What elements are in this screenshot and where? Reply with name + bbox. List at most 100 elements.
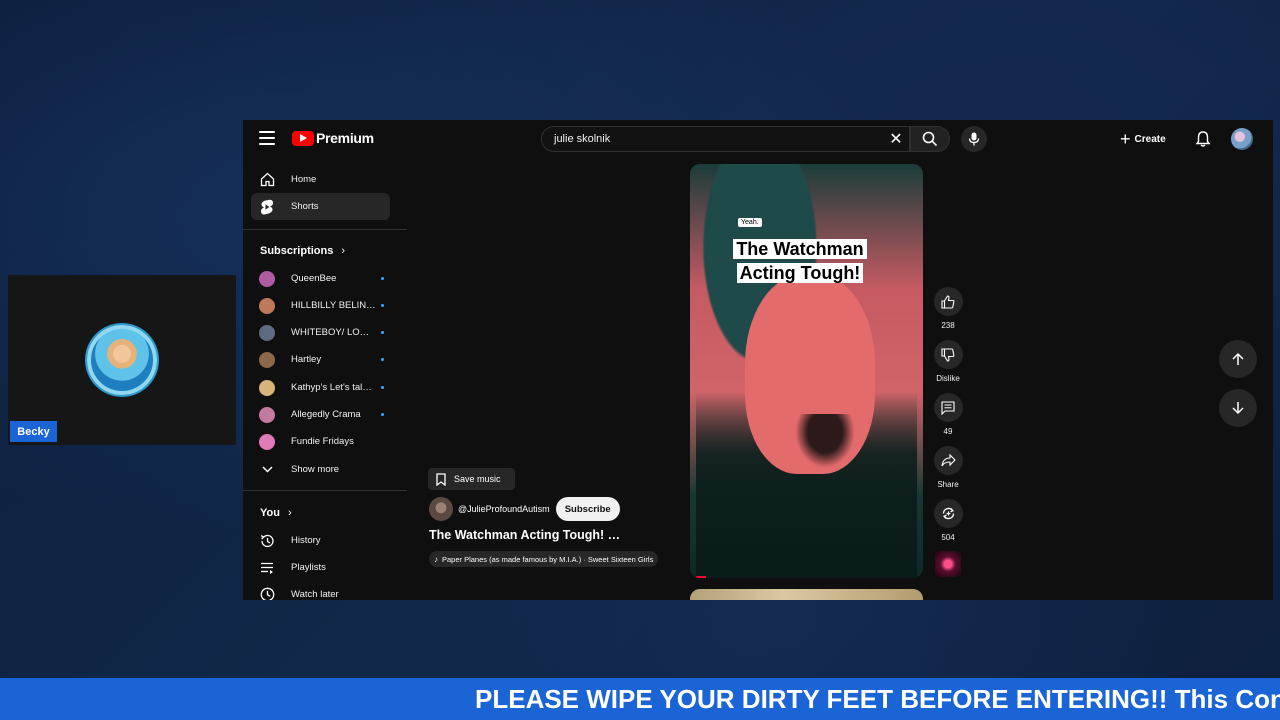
dislike-button[interactable]: [933, 340, 963, 369]
shorts-icon: [259, 199, 275, 215]
sidebar-item-label: Shorts: [291, 201, 319, 212]
remix-button[interactable]: [933, 499, 963, 528]
share-action: Share: [932, 446, 964, 489]
new-content-dot: [381, 277, 384, 280]
channel-name: Hartley: [291, 354, 322, 365]
channel-name: Allegedly Crama: [291, 409, 361, 420]
remix-icon: [942, 507, 954, 520]
channel-avatar: [259, 351, 275, 368]
music-title: Paper Planes (as made famous by M.I.A.) …: [442, 554, 654, 564]
sound-thumbnail[interactable]: [935, 551, 961, 577]
short-title[interactable]: The Watchman Acting Tough! …: [429, 528, 620, 542]
sidebar-item-label: History: [291, 535, 321, 546]
youtube-logo[interactable]: Premium: [292, 130, 374, 146]
chevron-right-icon: ›: [341, 245, 346, 257]
ticker-text: PLEASE WIPE YOUR DIRTY FEET BEFORE ENTER…: [475, 684, 1280, 714]
channel-name: HILLBILLY BELIN…: [291, 300, 376, 311]
short-video-player[interactable]: Yeah. The Watchman Acting Tough!: [690, 164, 923, 578]
arrow-up-icon: [1232, 352, 1244, 365]
youtube-window: Premium julie skolnik ✕ + Create Home Sh…: [243, 120, 1273, 600]
new-content-dot: [381, 331, 384, 334]
remix-count: 504: [941, 533, 955, 542]
voice-search-button[interactable]: [961, 126, 987, 152]
menu-icon[interactable]: [259, 131, 275, 145]
subscriptions-title: Subscriptions: [260, 245, 334, 257]
home-icon: [259, 172, 275, 188]
comment-action: 49: [932, 393, 964, 436]
like-button[interactable]: [933, 287, 963, 316]
video-caption-title: The Watchman Acting Tough!: [730, 237, 870, 285]
channel-avatar: [259, 433, 275, 450]
search-box[interactable]: julie skolnik ✕: [541, 126, 910, 152]
top-bar: Premium julie skolnik ✕ + Create: [243, 120, 1273, 158]
youtube-play-icon: [292, 130, 314, 146]
new-content-dot: [381, 386, 384, 389]
channel-name: WHITEBOY/ LO…: [291, 327, 370, 338]
music-chip[interactable]: ♪ Paper Planes (as made famous by M.I.A.…: [429, 551, 659, 567]
comment-count: 49: [943, 427, 953, 436]
watch-later-icon: [259, 587, 275, 600]
subscription-item[interactable]: Kathyp's Let's tal…: [251, 375, 390, 400]
notifications-bell-icon[interactable]: [1194, 130, 1212, 148]
share-button[interactable]: [933, 446, 963, 475]
channel-row: @JulieProfoundAutism Subscribe: [429, 497, 620, 521]
streamer-avatar: [87, 325, 157, 395]
next-short-button[interactable]: [1219, 389, 1257, 427]
show-more-label: Show more: [291, 464, 340, 475]
dislike-action: Dislike: [932, 340, 964, 383]
subscription-item[interactable]: Fundie Fridays: [251, 429, 390, 454]
create-button[interactable]: + Create: [1120, 127, 1166, 151]
history-icon: [259, 533, 275, 549]
channel-avatar[interactable]: [429, 497, 453, 521]
sidebar-item-playlists[interactable]: Playlists: [251, 554, 390, 581]
sidebar-divider: [243, 229, 407, 230]
music-note-icon: ♪: [434, 554, 438, 564]
previous-short-button[interactable]: [1219, 340, 1257, 378]
sidebar-item-history[interactable]: History: [251, 527, 390, 554]
show-more-button[interactable]: Show more: [251, 457, 390, 482]
subscription-item[interactable]: HILLBILLY BELIN…: [251, 293, 390, 318]
sidebar-item-shorts[interactable]: Shorts: [251, 193, 390, 220]
thumbs-up-icon: [941, 294, 955, 309]
sidebar-item-label: Playlists: [291, 562, 326, 573]
remix-action: 504: [932, 499, 964, 542]
video-caption-title-text: The Watchman Acting Tough!: [733, 239, 867, 283]
account-avatar[interactable]: [1231, 128, 1253, 150]
channel-name: QueenBee: [291, 273, 337, 284]
stream-ticker: PLEASE WIPE YOUR DIRTY FEET BEFORE ENTER…: [0, 678, 1280, 720]
chevron-down-icon: [259, 466, 275, 473]
streamer-name-tag: Becky: [10, 421, 57, 442]
next-short-preview[interactable]: [690, 589, 923, 600]
subscription-item[interactable]: WHITEBOY/ LO…: [251, 320, 390, 345]
subscription-item[interactable]: Allegedly Crama: [251, 402, 390, 427]
sidebar-item-watch-later[interactable]: Watch later: [251, 581, 390, 600]
search-button[interactable]: [910, 126, 950, 152]
video-caption-small: Yeah.: [738, 218, 762, 227]
microphone-icon: [968, 132, 980, 146]
you-heading[interactable]: You ›: [260, 507, 292, 519]
video-progress-bar[interactable]: [696, 576, 706, 578]
new-content-dot: [381, 358, 384, 361]
share-label: Share: [937, 480, 959, 489]
subscribe-button[interactable]: Subscribe: [555, 497, 620, 521]
subscription-item[interactable]: Hartley: [251, 347, 390, 372]
channel-avatar: [259, 379, 275, 396]
bookmark-icon: [436, 472, 446, 486]
search-input[interactable]: julie skolnik: [554, 133, 883, 145]
save-music-label: Save music: [454, 474, 501, 484]
channel-handle[interactable]: @JulieProfoundAutism: [458, 504, 550, 514]
save-music-button[interactable]: Save music: [428, 468, 515, 490]
channel-name: Fundie Fridays: [291, 436, 354, 447]
you-title: You: [260, 507, 280, 519]
subscriptions-heading[interactable]: Subscriptions ›: [260, 245, 345, 257]
share-icon: [940, 454, 956, 467]
arrow-down-icon: [1232, 402, 1244, 415]
clear-search-icon[interactable]: ✕: [883, 127, 909, 151]
thumbs-down-icon: [941, 347, 955, 362]
channel-avatar: [259, 297, 275, 314]
comments-button[interactable]: [933, 393, 963, 422]
webcam-panel: Becky: [8, 275, 236, 445]
sidebar-item-label: Watch later: [291, 589, 339, 600]
sidebar-item-home[interactable]: Home: [251, 166, 390, 193]
subscription-item[interactable]: QueenBee: [251, 266, 390, 291]
